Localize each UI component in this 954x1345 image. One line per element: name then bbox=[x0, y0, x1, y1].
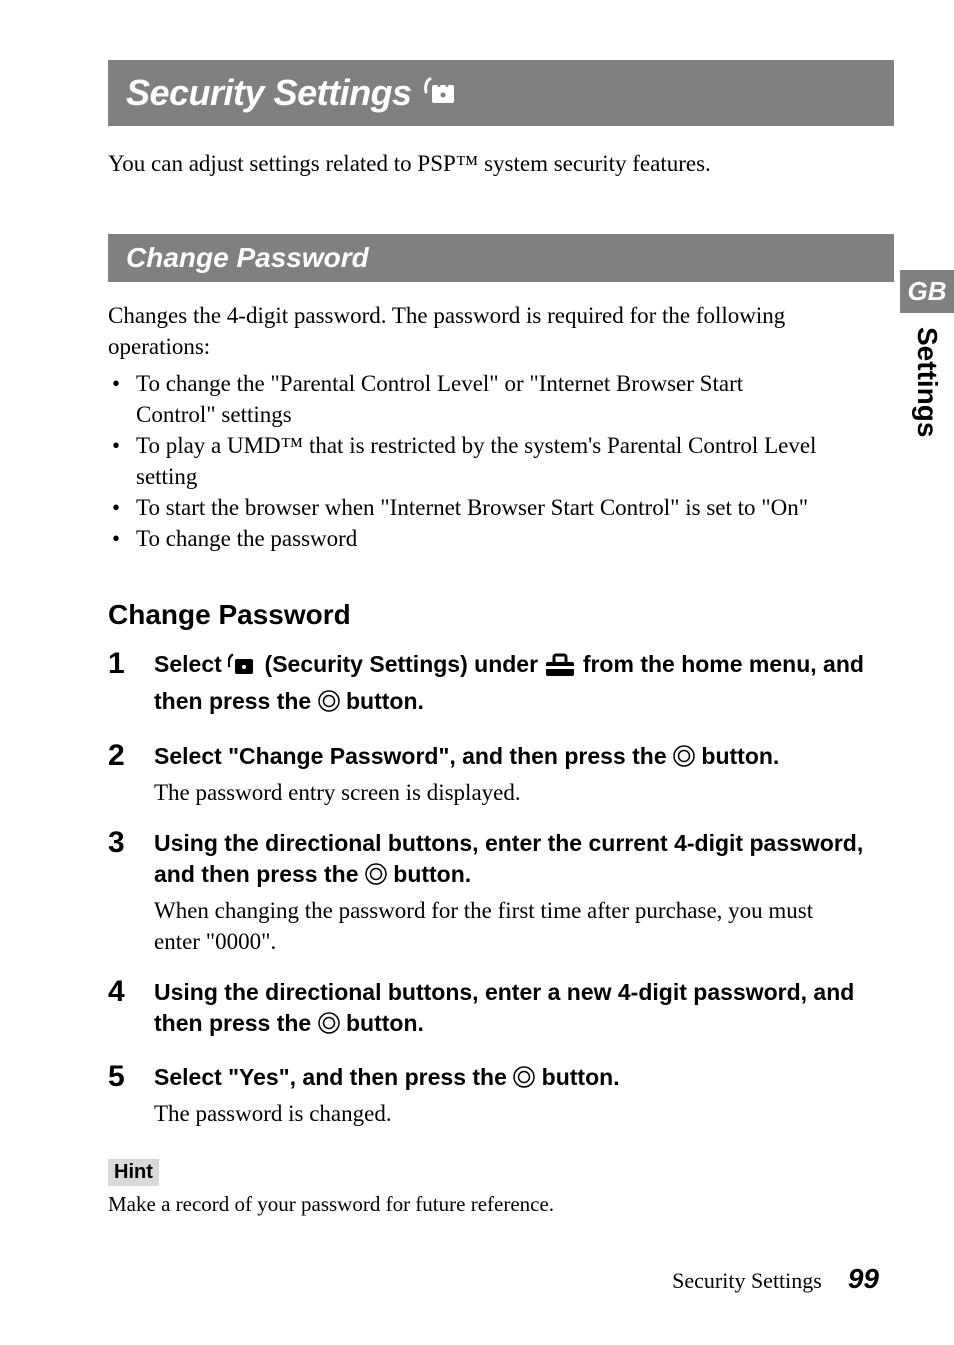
section-intro: Changes the 4-digit password. The passwo… bbox=[108, 300, 894, 362]
title-bar: Security Settings bbox=[108, 60, 894, 126]
circle-button-icon bbox=[318, 689, 340, 720]
steps-list: 1 Select (Security Settings) under bbox=[108, 649, 894, 1129]
step-number: 3 bbox=[108, 828, 134, 957]
section-heading-bar: Change Password bbox=[108, 234, 894, 282]
step-instruction: Using the directional buttons, enter a n… bbox=[154, 977, 864, 1042]
circle-button-icon bbox=[365, 862, 387, 893]
hint-label: Hint bbox=[108, 1159, 159, 1186]
section-tab-label: Settings bbox=[911, 327, 943, 437]
side-tab: GB Settings bbox=[900, 270, 954, 437]
bullet-list: To change the "Parental Control Level" o… bbox=[108, 368, 894, 554]
page-content: Security Settings You can adjust setting… bbox=[0, 0, 954, 1258]
hint-text: Make a record of your password for futur… bbox=[108, 1190, 894, 1218]
page-title: Security Settings bbox=[126, 72, 412, 114]
page-number: 99 bbox=[848, 1263, 879, 1295]
step-body: Select "Yes", and then press the button.… bbox=[154, 1062, 864, 1129]
step-item: 3 Using the directional buttons, enter t… bbox=[108, 828, 864, 957]
step-number: 5 bbox=[108, 1062, 134, 1129]
language-badge: GB bbox=[900, 270, 954, 313]
step-instruction: Select "Yes", and then press the button. bbox=[154, 1062, 864, 1096]
step-body: Select (Security Settings) under bbox=[154, 649, 864, 720]
step-body: Select "Change Password", and then press… bbox=[154, 741, 864, 808]
step-instruction: Using the directional buttons, enter the… bbox=[154, 828, 864, 893]
security-settings-icon bbox=[228, 652, 258, 686]
list-item: To change the "Parental Control Level" o… bbox=[108, 368, 824, 430]
step-instruction: Select (Security Settings) under bbox=[154, 649, 864, 720]
list-item: To play a UMD™ that is restricted by the… bbox=[108, 430, 824, 492]
lock-icon bbox=[424, 75, 460, 112]
step-number: 2 bbox=[108, 741, 134, 808]
list-item: To change the password bbox=[108, 523, 824, 554]
step-body: Using the directional buttons, enter a n… bbox=[154, 977, 864, 1042]
toolbox-icon bbox=[544, 652, 576, 686]
circle-button-icon bbox=[318, 1011, 340, 1042]
step-number: 4 bbox=[108, 977, 134, 1042]
list-item: To start the browser when "Internet Brow… bbox=[108, 492, 824, 523]
step-item: 5 Select "Yes", and then press the butto… bbox=[108, 1062, 864, 1129]
step-description: The password is changed. bbox=[154, 1098, 864, 1129]
step-body: Using the directional buttons, enter the… bbox=[154, 828, 864, 957]
subsection-title: Change Password bbox=[108, 599, 894, 631]
circle-button-icon bbox=[673, 744, 695, 775]
step-item: 4 Using the directional buttons, enter a… bbox=[108, 977, 864, 1042]
step-item: 2 Select "Change Password", and then pre… bbox=[108, 741, 864, 808]
step-item: 1 Select (Security Settings) under bbox=[108, 649, 864, 720]
step-description: When changing the password for the first… bbox=[154, 895, 864, 957]
footer-section-label: Security Settings bbox=[672, 1268, 822, 1294]
step-instruction: Select "Change Password", and then press… bbox=[154, 741, 864, 775]
step-description: The password entry screen is displayed. bbox=[154, 777, 864, 808]
section-heading: Change Password bbox=[126, 242, 876, 274]
step-number: 1 bbox=[108, 649, 134, 720]
circle-button-icon bbox=[513, 1065, 535, 1096]
page-footer: Security Settings 99 bbox=[672, 1263, 879, 1295]
intro-text: You can adjust settings related to PSP™ … bbox=[108, 148, 894, 179]
